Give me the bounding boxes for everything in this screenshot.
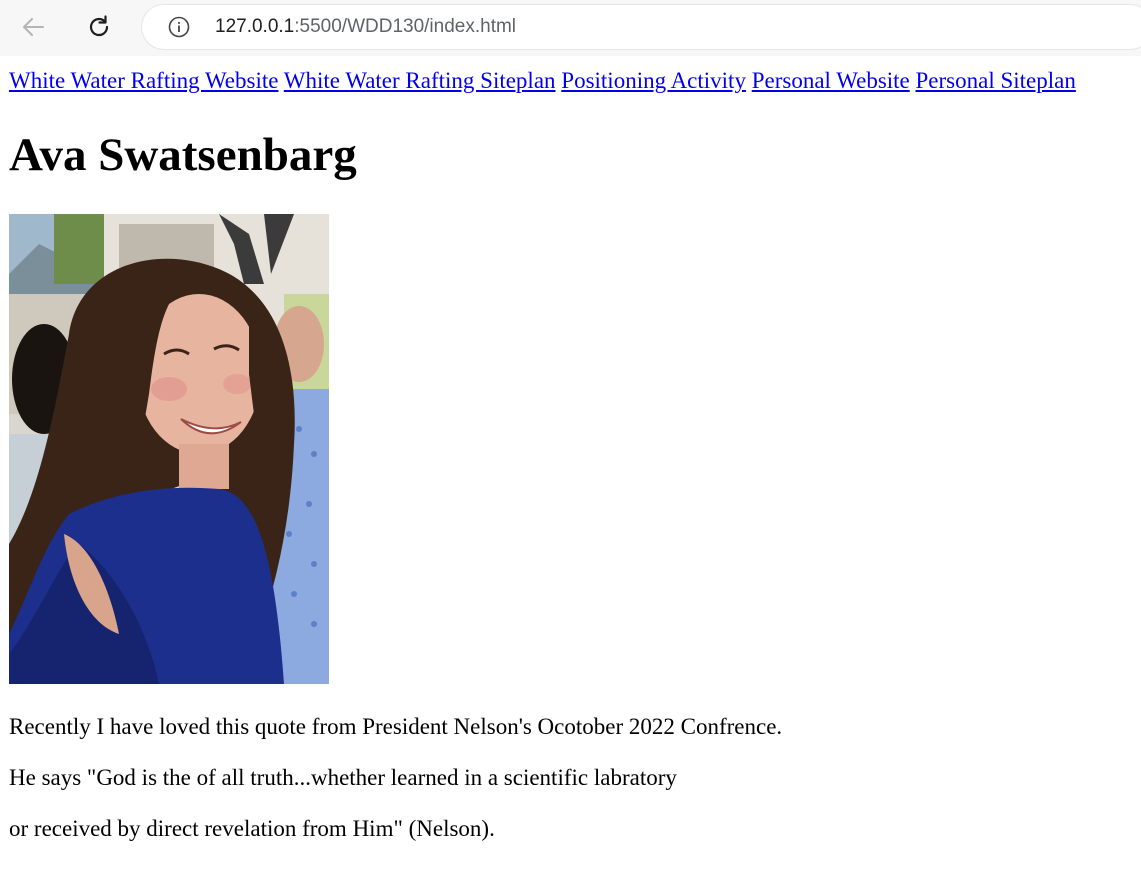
quote-line-2: or received by direct revelation from Hi… bbox=[9, 816, 495, 841]
reload-icon bbox=[89, 15, 109, 37]
site-nav: White Water Rafting Website White Water … bbox=[9, 67, 1076, 95]
quote-line-1: He says "God is the of all truth...wheth… bbox=[9, 765, 677, 790]
info-circle-icon[interactable] bbox=[168, 16, 190, 38]
url-text[interactable]: 127.0.0.1:5500/WDD130/index.html bbox=[215, 15, 516, 39]
nav-link-personal-website[interactable]: Personal Website bbox=[752, 68, 910, 93]
nav-link-rafting-website[interactable]: White Water Rafting Website bbox=[9, 68, 278, 93]
arrow-left-icon bbox=[23, 18, 44, 36]
nav-link-positioning-activity[interactable]: Positioning Activity bbox=[561, 68, 746, 93]
nav-link-personal-siteplan[interactable]: Personal Siteplan bbox=[916, 68, 1076, 93]
browser-toolbar: 127.0.0.1:5500/WDD130/index.html bbox=[0, 0, 1141, 56]
back-button[interactable] bbox=[16, 10, 50, 44]
page-content: White Water Rafting Website White Water … bbox=[0, 56, 1141, 895]
reload-button[interactable] bbox=[82, 10, 116, 44]
quote-intro-text: Recently I have loved this quote from Pr… bbox=[9, 714, 783, 739]
page-title: Ava Swatsenbarg bbox=[9, 129, 357, 181]
portrait-photo bbox=[9, 214, 329, 684]
address-bar[interactable]: 127.0.0.1:5500/WDD130/index.html bbox=[142, 5, 1141, 49]
url-path: :5500/WDD130/index.html bbox=[294, 16, 517, 37]
nav-link-rafting-siteplan[interactable]: White Water Rafting Siteplan bbox=[284, 68, 556, 93]
url-host: 127.0.0.1 bbox=[215, 16, 295, 37]
